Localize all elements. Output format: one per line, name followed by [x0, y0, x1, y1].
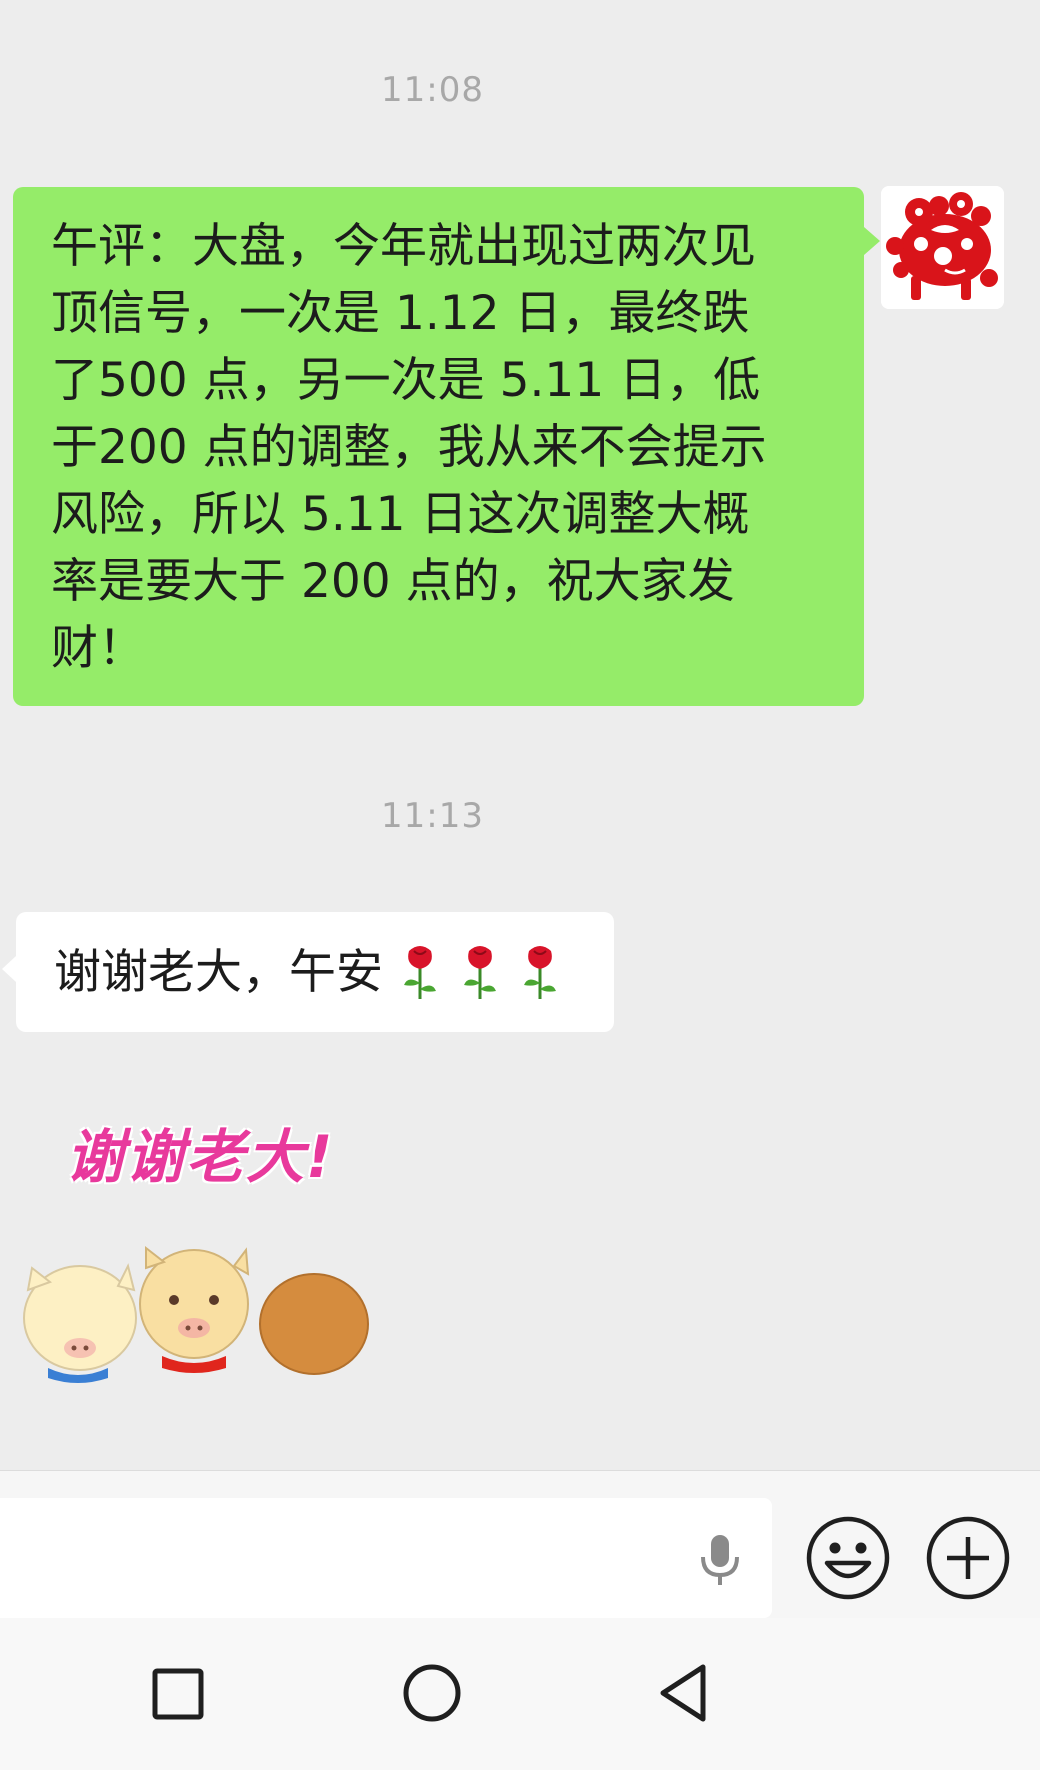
pig-sticker-icon	[23, 1245, 369, 1383]
timestamp: 11:08	[381, 70, 484, 110]
rose-icon	[524, 946, 556, 999]
timestamp: 11:13	[381, 796, 484, 836]
message-line: 于200 点的调整，我从来不会提示	[51, 420, 767, 475]
back-icon[interactable]	[655, 1662, 713, 1724]
chat-input-bar	[0, 1470, 1040, 1619]
message-input[interactable]	[0, 1498, 772, 1618]
sticker-message[interactable]: 谢谢老大!	[18, 1110, 388, 1410]
rose-icon	[464, 946, 496, 999]
voice-icon[interactable]	[692, 1531, 748, 1587]
rose-icon	[404, 946, 436, 999]
emoji-icon[interactable]	[805, 1515, 891, 1601]
message-text: 谢谢老大，午安	[54, 944, 383, 1000]
message-line: 了500 点，另一次是 5.11 日，低	[51, 353, 761, 408]
recent-apps-icon[interactable]	[150, 1666, 206, 1722]
user-avatar[interactable]	[881, 186, 1004, 309]
papercut-pig-icon	[881, 186, 1004, 309]
message-line: 率是要大于 200 点的，祝大家发	[51, 554, 735, 609]
system-nav-bar	[0, 1618, 1040, 1770]
incoming-message-bubble[interactable]: 谢谢老大，午安	[2, 912, 614, 1032]
outgoing-message-bubble[interactable]: 午评：大盘，今年就出现过两次见 顶信号，一次是 1.12 日，最终跌 了500 …	[13, 187, 880, 706]
home-icon[interactable]	[401, 1662, 463, 1724]
message-line: 财！	[51, 621, 145, 676]
message-line: 顶信号，一次是 1.12 日，最终跌	[51, 286, 750, 341]
message-line: 风险，所以 5.11 日这次调整大概	[51, 487, 750, 542]
message-line: 午评：大盘，今年就出现过两次见	[51, 219, 756, 274]
add-icon[interactable]	[925, 1515, 1011, 1601]
